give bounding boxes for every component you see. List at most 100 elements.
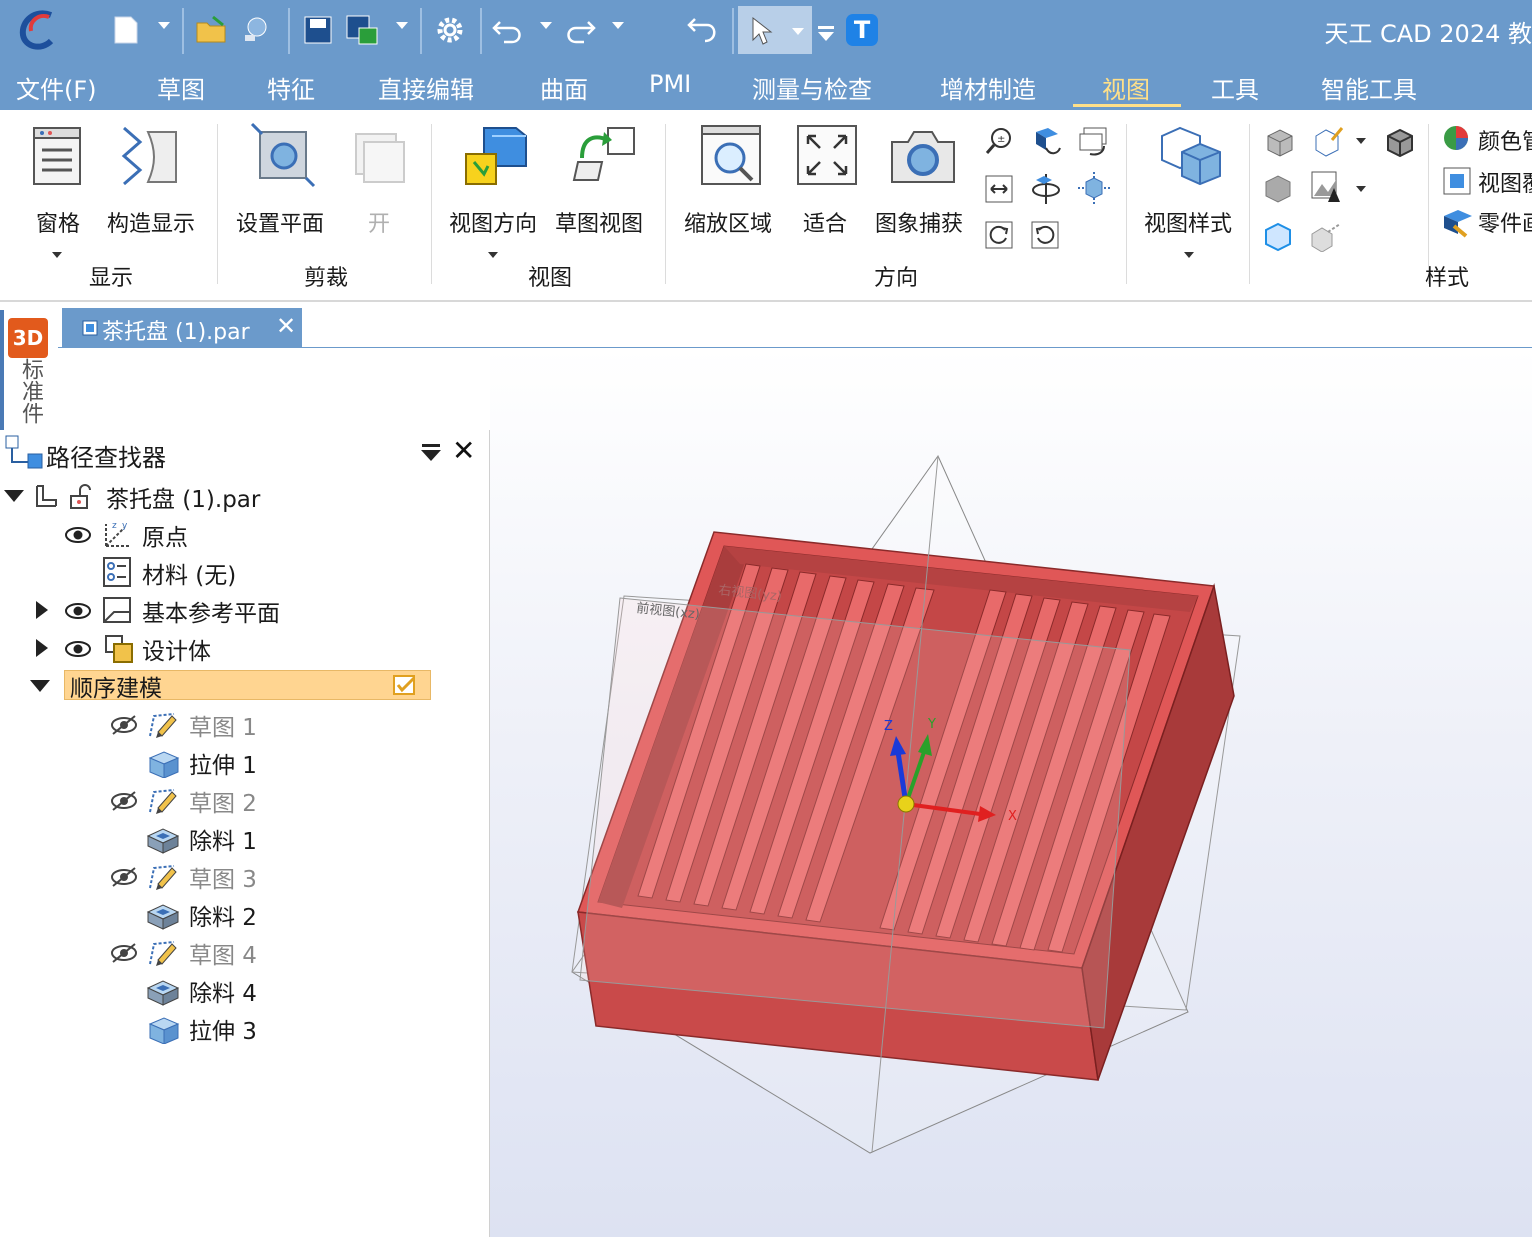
- new-dropdown-icon[interactable]: [158, 22, 170, 29]
- set-plane-icon[interactable]: [250, 122, 316, 192]
- select-dropdown-icon[interactable]: [792, 28, 804, 35]
- construction-display-button[interactable]: 构造显示: [107, 206, 195, 238]
- menu-pmi[interactable]: PMI: [649, 70, 691, 98]
- fit-button[interactable]: 适合: [803, 206, 847, 238]
- rotate-ccw-icon[interactable]: [1030, 220, 1060, 254]
- part-painter-icon[interactable]: [1442, 206, 1474, 242]
- hidden-eye-icon[interactable]: [110, 866, 138, 888]
- tea-tray-model[interactable]: 前视图(xz) 右视图(yz) X Y Z: [490, 348, 1532, 1237]
- collapse-icon[interactable]: [4, 490, 24, 502]
- view-style-dropdown-icon[interactable]: [1184, 252, 1194, 258]
- zoom-area-button[interactable]: 缩放区域: [684, 206, 772, 238]
- view-orientation-button[interactable]: 视图方向: [449, 206, 537, 238]
- redo-icon[interactable]: [562, 12, 598, 48]
- shaded-edges-icon[interactable]: [1386, 128, 1414, 162]
- color-manager-button[interactable]: 颜色管: [1478, 124, 1532, 156]
- image-capture-icon[interactable]: [888, 122, 958, 192]
- pane-dropdown-icon[interactable]: [52, 252, 62, 258]
- view-style-icon[interactable]: [1156, 122, 1226, 190]
- clip-open-button[interactable]: 开: [368, 206, 390, 238]
- menu-file[interactable]: 文件(F): [16, 70, 97, 105]
- unlock-icon[interactable]: [68, 484, 94, 510]
- standard-parts-tab[interactable]: 标准件: [14, 358, 46, 424]
- edit-style-icon[interactable]: [1314, 126, 1344, 162]
- globe-search-icon[interactable]: [238, 12, 274, 48]
- visibility-eye-icon[interactable]: [64, 640, 92, 658]
- save-as-icon[interactable]: [344, 12, 380, 48]
- pane-button[interactable]: 窗格: [36, 206, 80, 238]
- pan-icon[interactable]: [1030, 126, 1062, 162]
- tree-row-root[interactable]: 茶托盘 (1).par: [0, 478, 490, 514]
- view-orientation-dropdown-icon[interactable]: [488, 252, 498, 258]
- settings-gear-icon[interactable]: [432, 12, 468, 48]
- view-orientation-icon[interactable]: [462, 122, 532, 192]
- open-folder-icon[interactable]: [194, 12, 230, 48]
- customize-menu-icon[interactable]: [818, 26, 834, 29]
- edit-style-dropdown-icon[interactable]: [1356, 138, 1366, 144]
- menu-tools[interactable]: 工具: [1211, 70, 1259, 105]
- save-dropdown-icon[interactable]: [396, 22, 408, 29]
- menu-additive[interactable]: 增材制造: [940, 70, 1036, 105]
- menu-view[interactable]: 视图: [1102, 70, 1150, 105]
- document-tab[interactable]: 茶托盘 (1).par ✕: [62, 308, 302, 348]
- view-overlay-button[interactable]: 视图覆: [1478, 166, 1532, 198]
- tree-row-extrude-1[interactable]: 拉伸 1: [0, 744, 490, 780]
- tree-row-material[interactable]: 材料 (无): [0, 554, 490, 590]
- shaded-icon[interactable]: [1266, 128, 1294, 162]
- tree-row-design-body[interactable]: 设计体: [0, 630, 490, 666]
- tree-row-cut-1[interactable]: 除料 1: [0, 820, 490, 856]
- undo-dropdown-icon[interactable]: [540, 22, 552, 29]
- tiangong-assistant-icon[interactable]: T: [846, 14, 878, 46]
- hidden-eye-icon[interactable]: [110, 790, 138, 812]
- shaded-visible-edges-icon[interactable]: [1264, 174, 1292, 208]
- new-file-icon[interactable]: [108, 12, 144, 48]
- fit-icon[interactable]: [794, 122, 860, 192]
- tree-row-sketch-3[interactable]: 草图 3: [0, 858, 490, 894]
- rotate-cw-icon[interactable]: [984, 220, 1014, 254]
- menu-feature[interactable]: 特征: [267, 70, 315, 105]
- revert-icon[interactable]: [684, 12, 720, 48]
- save-icon[interactable]: [300, 12, 336, 48]
- rotate-view-icon[interactable]: [1030, 172, 1062, 210]
- undo-icon[interactable]: [490, 12, 526, 48]
- tree-row-sketch-4[interactable]: 草图 4: [0, 934, 490, 970]
- customize-arrow-icon[interactable]: [818, 32, 834, 41]
- expand-icon[interactable]: [36, 601, 48, 619]
- zoom-area-icon[interactable]: [698, 122, 764, 192]
- zoom-in-out-icon[interactable]: ±: [984, 126, 1014, 160]
- tree-row-ordered-modeling[interactable]: 顺序建模: [0, 668, 490, 704]
- spin-about-icon[interactable]: [1078, 172, 1110, 210]
- close-tab-icon[interactable]: ✕: [276, 312, 296, 340]
- 3d-viewport[interactable]: 前视图(xz) 右视图(yz) X Y Z: [490, 348, 1532, 1237]
- pane-icon[interactable]: [30, 124, 86, 192]
- zoom-fit-width-icon[interactable]: [984, 174, 1014, 208]
- standard-parts-3d-icon[interactable]: 3D: [8, 318, 48, 358]
- clip-open-icon[interactable]: [350, 124, 408, 190]
- set-plane-button[interactable]: 设置平面: [236, 206, 324, 238]
- panel-options-icon[interactable]: [420, 442, 442, 464]
- visibility-eye-icon[interactable]: [64, 602, 92, 620]
- background-style-icon[interactable]: [1310, 170, 1342, 210]
- part-painter-button[interactable]: 零件画: [1478, 206, 1532, 238]
- menu-smart-tools[interactable]: 智能工具: [1321, 70, 1417, 105]
- sketch-view-icon[interactable]: [568, 122, 638, 192]
- tree-row-extrude-3[interactable]: 拉伸 3: [0, 1010, 490, 1046]
- construction-display-icon[interactable]: [120, 124, 184, 192]
- visible-edges-icon[interactable]: [1264, 222, 1294, 256]
- tree-row-cut-2[interactable]: 除料 2: [0, 896, 490, 932]
- close-panel-icon[interactable]: ✕: [452, 434, 475, 467]
- tree-row-base-planes[interactable]: 基本参考平面: [0, 592, 490, 628]
- hidden-eye-icon[interactable]: [110, 942, 138, 964]
- tree-row-sketch-1[interactable]: 草图 1: [0, 706, 490, 742]
- background-style-dropdown-icon[interactable]: [1356, 186, 1366, 192]
- top-reference-plane[interactable]: [579, 597, 1131, 1029]
- tree-row-sketch-2[interactable]: 草图 2: [0, 782, 490, 818]
- menu-sketch[interactable]: 草图: [157, 70, 205, 105]
- view-overlay-icon[interactable]: [1442, 166, 1472, 200]
- view-style-button[interactable]: 视图样式: [1144, 206, 1232, 238]
- redo-dropdown-icon[interactable]: [612, 22, 624, 29]
- hidden-edges-icon[interactable]: [1310, 222, 1342, 256]
- sketch-view-button[interactable]: 草图视图: [555, 206, 643, 238]
- app-logo-icon[interactable]: [14, 6, 62, 54]
- visibility-eye-icon[interactable]: [64, 526, 92, 544]
